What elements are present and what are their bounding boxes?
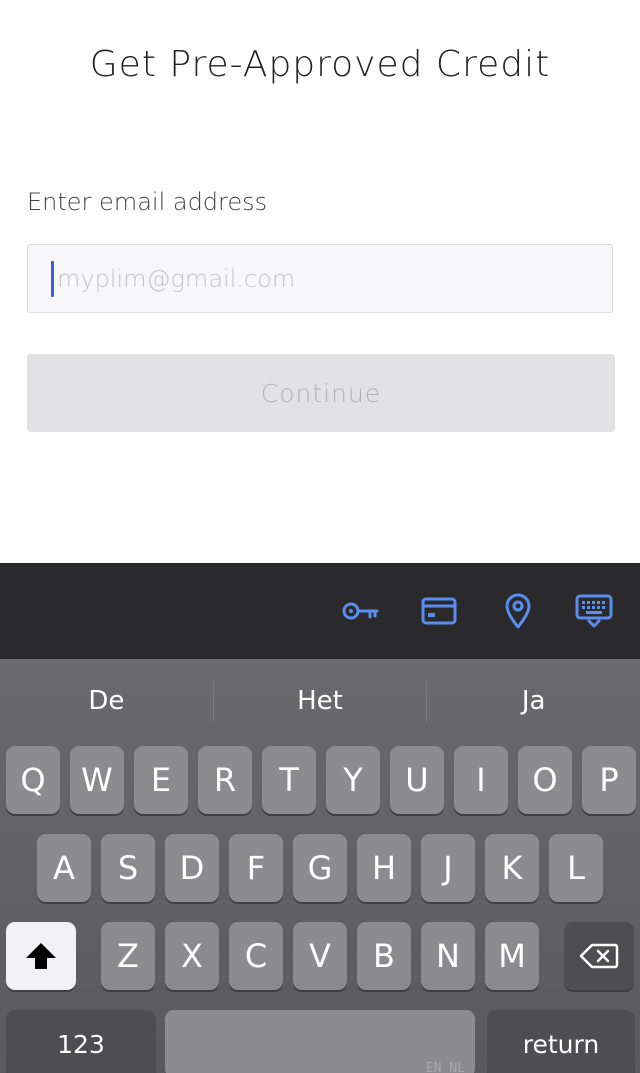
key-l[interactable]: L (549, 834, 603, 902)
key-d[interactable]: D (165, 834, 219, 902)
key-z[interactable]: Z (101, 922, 155, 990)
key-j[interactable]: J (421, 834, 475, 902)
suggestion-item[interactable]: De (0, 659, 213, 743)
key-h[interactable]: H (357, 834, 411, 902)
continue-button[interactable]: Continue (27, 354, 615, 432)
keyboard-toolbar (0, 563, 640, 659)
location-pin-icon[interactable] (498, 591, 538, 631)
text-cursor (51, 260, 54, 297)
key-k[interactable]: K (485, 834, 539, 902)
key-q[interactable]: Q (6, 746, 60, 814)
shift-arrow-icon (26, 943, 56, 969)
screen: Get Pre-Approved Credit Enter email addr… (0, 0, 640, 1073)
key-c[interactable]: C (229, 922, 283, 990)
key-n[interactable]: N (421, 922, 475, 990)
key-u[interactable]: U (390, 746, 444, 814)
key-m[interactable]: M (485, 922, 539, 990)
key-a[interactable]: A (37, 834, 91, 902)
key-s[interactable]: S (101, 834, 155, 902)
page-title: Get Pre-Approved Credit (89, 44, 551, 85)
suggestion-item[interactable]: Ja (427, 659, 640, 743)
key-p[interactable]: P (582, 746, 636, 814)
key-y[interactable]: Y (326, 746, 380, 814)
key-v[interactable]: V (293, 922, 347, 990)
suggestion-item[interactable]: Het (214, 659, 427, 743)
backspace-icon (579, 943, 619, 969)
space-key[interactable]: EN NL (165, 1010, 475, 1073)
numbers-key[interactable]: 123 (6, 1010, 156, 1073)
key-icon[interactable] (341, 591, 381, 631)
suggestion-bar: De Het Ja (0, 659, 640, 743)
keyboard-dismiss-icon[interactable] (574, 591, 614, 631)
key-i[interactable]: I (454, 746, 508, 814)
key-o[interactable]: O (518, 746, 572, 814)
delete-key[interactable] (564, 922, 634, 990)
return-key[interactable]: return (487, 1010, 635, 1073)
language-hint: EN NL (425, 1061, 465, 1073)
key-r[interactable]: R (198, 746, 252, 814)
key-x[interactable]: X (165, 922, 219, 990)
key-w[interactable]: W (70, 746, 124, 814)
key-g[interactable]: G (293, 834, 347, 902)
key-t[interactable]: T (262, 746, 316, 814)
key-b[interactable]: B (357, 922, 411, 990)
shift-key[interactable] (6, 922, 76, 990)
email-field[interactable] (55, 263, 599, 294)
email-field-container[interactable] (27, 244, 613, 313)
key-f[interactable]: F (229, 834, 283, 902)
credit-card-icon[interactable] (419, 591, 459, 631)
email-label: Enter email address (27, 188, 268, 216)
key-e[interactable]: E (134, 746, 188, 814)
keyboard: De Het Ja Q W E R T Y U I O P A S D F G … (0, 659, 640, 1073)
